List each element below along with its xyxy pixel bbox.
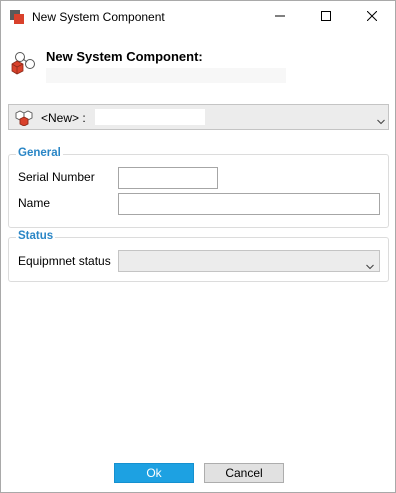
serial-number-input[interactable] — [118, 167, 218, 189]
name-input[interactable] — [118, 193, 380, 215]
chevron-down-icon — [366, 259, 374, 270]
minimize-button[interactable] — [257, 1, 303, 32]
window-title: New System Component — [32, 10, 165, 24]
selector-value — [95, 109, 205, 125]
general-group: General Serial Number Name — [8, 147, 389, 228]
ok-button[interactable]: Ok — [114, 463, 194, 483]
selector-label: <New> : — [41, 111, 86, 125]
dialog-window: New System Component New System Componen… — [0, 0, 396, 493]
general-group-title: General — [16, 147, 63, 159]
equipment-status-label: Equipmnet status — [18, 254, 111, 268]
status-group: Status Equipmnet status — [8, 230, 389, 282]
cancel-button[interactable]: Cancel — [204, 463, 284, 483]
header-subtitle-placeholder — [46, 68, 286, 83]
close-button[interactable] — [349, 1, 395, 32]
cubes-icon — [15, 109, 34, 127]
component-app-icon — [10, 10, 24, 24]
close-icon — [366, 10, 378, 24]
chevron-down-icon — [377, 114, 385, 125]
title-bar[interactable]: New System Component — [1, 1, 395, 32]
component-icon — [10, 50, 36, 76]
name-label: Name — [18, 196, 51, 210]
equipment-status-select[interactable] — [118, 250, 380, 272]
component-selector[interactable]: <New> : — [8, 104, 389, 130]
maximize-button[interactable] — [303, 1, 349, 32]
status-group-title: Status — [16, 230, 56, 242]
serial-number-label: Serial Number — [18, 170, 95, 184]
page-title: New System Component: — [46, 49, 203, 64]
maximize-icon — [321, 10, 331, 24]
minimize-icon — [275, 10, 285, 24]
